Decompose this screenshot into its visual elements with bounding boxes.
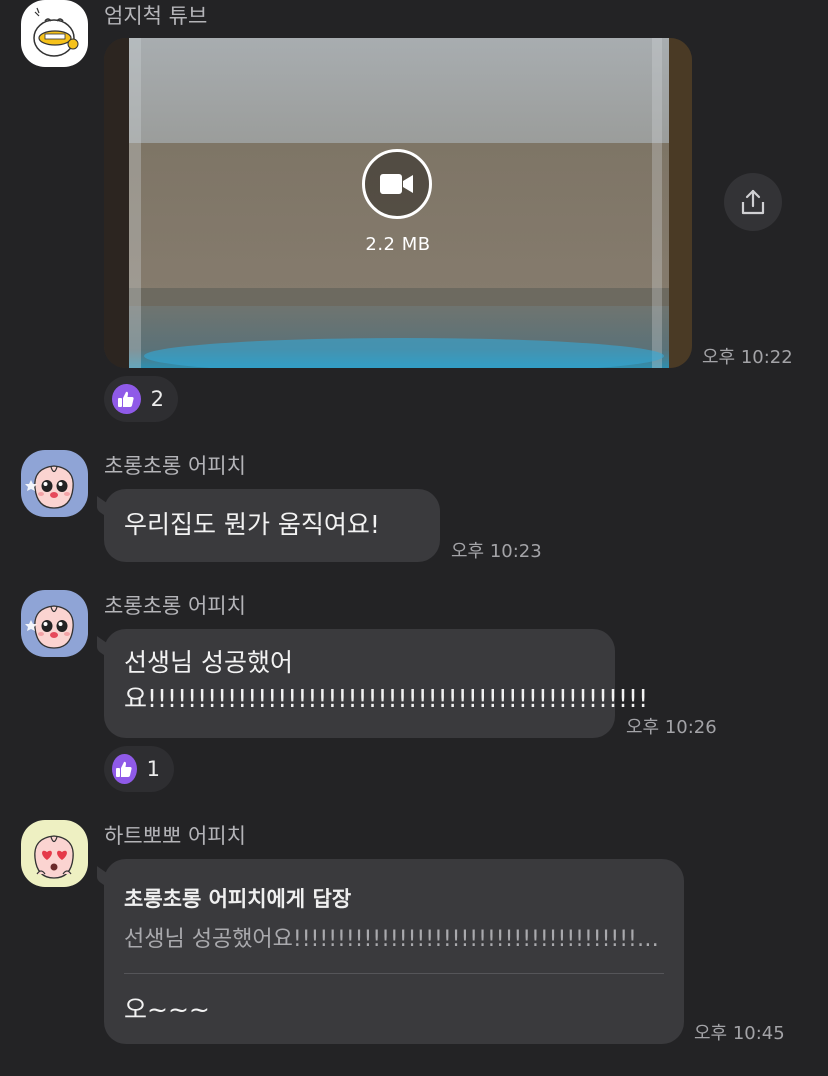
play-video-button[interactable]: [362, 149, 432, 219]
video-camera-icon: [380, 174, 413, 194]
tube-avatar-icon: [21, 0, 88, 67]
video-message[interactable]: 2.2 MB: [104, 38, 692, 368]
sender-name: 초롱초롱 어피치: [104, 594, 246, 618]
video-file-size: 2.2 MB: [365, 234, 431, 255]
reaction-like[interactable]: 1: [104, 746, 174, 792]
message-bubble[interactable]: 우리집도 뭔가 움직여요!: [104, 489, 440, 562]
message-time: 오후 10:22: [702, 347, 793, 368]
sender-avatar-tube[interactable]: [21, 0, 88, 67]
reaction-count: 1: [146, 757, 160, 781]
message-bubble[interactable]: 선생님 성공했어요!!!!!!!!!!!!!!!!!!!!!!!!!!!!!!!…: [104, 629, 649, 738]
sender-avatar-apeach[interactable]: [21, 590, 88, 657]
reply-divider: [124, 973, 664, 974]
chat-screen: 엄지척 튜브 2.2 MB 오후 10:22 2 초롱초롱 어피치 우리집도 뭔…: [0, 0, 828, 1076]
reply-quoted-text[interactable]: 선생님 성공했어요!!!!!!!!!!!!!!!!!!!!!!!!!!!!!!!…: [124, 921, 664, 953]
sender-name: 초롱초롱 어피치: [104, 454, 246, 478]
reaction-like[interactable]: 2: [104, 376, 178, 422]
thumbs-up-icon: [112, 384, 141, 414]
thumbs-up-icon: [112, 754, 137, 784]
message-time: 오후 10:26: [626, 717, 717, 738]
message-text: 오~~~: [124, 995, 210, 1024]
share-icon: [741, 189, 765, 215]
message-time: 오후 10:45: [694, 1023, 785, 1044]
sender-avatar-apeach[interactable]: [21, 450, 88, 517]
sender-name: 엄지척 튜브: [104, 4, 208, 28]
reaction-count: 2: [150, 387, 164, 411]
reply-message-bubble[interactable]: 초롱초롱 어피치에게 답장 선생님 성공했어요!!!!!!!!!!!!!!!!!…: [104, 859, 684, 1044]
apeach-sparkle-avatar-icon: [21, 450, 88, 517]
message-text: 선생님 성공했어요!!!!!!!!!!!!!!!!!!!!!!!!!!!!!!!…: [124, 648, 649, 713]
message-time: 오후 10:23: [451, 541, 542, 562]
share-button[interactable]: [724, 173, 782, 231]
apeach-sparkle-avatar-icon: [21, 590, 88, 657]
sender-avatar-heart-apeach[interactable]: [21, 820, 88, 887]
message-text: 우리집도 뭔가 움직여요!: [124, 510, 380, 539]
sender-name: 하트뽀뽀 어피치: [104, 824, 246, 848]
reply-target-label: 초롱초롱 어피치에게 답장: [124, 887, 352, 911]
apeach-heart-eyes-avatar-icon: [21, 820, 88, 887]
